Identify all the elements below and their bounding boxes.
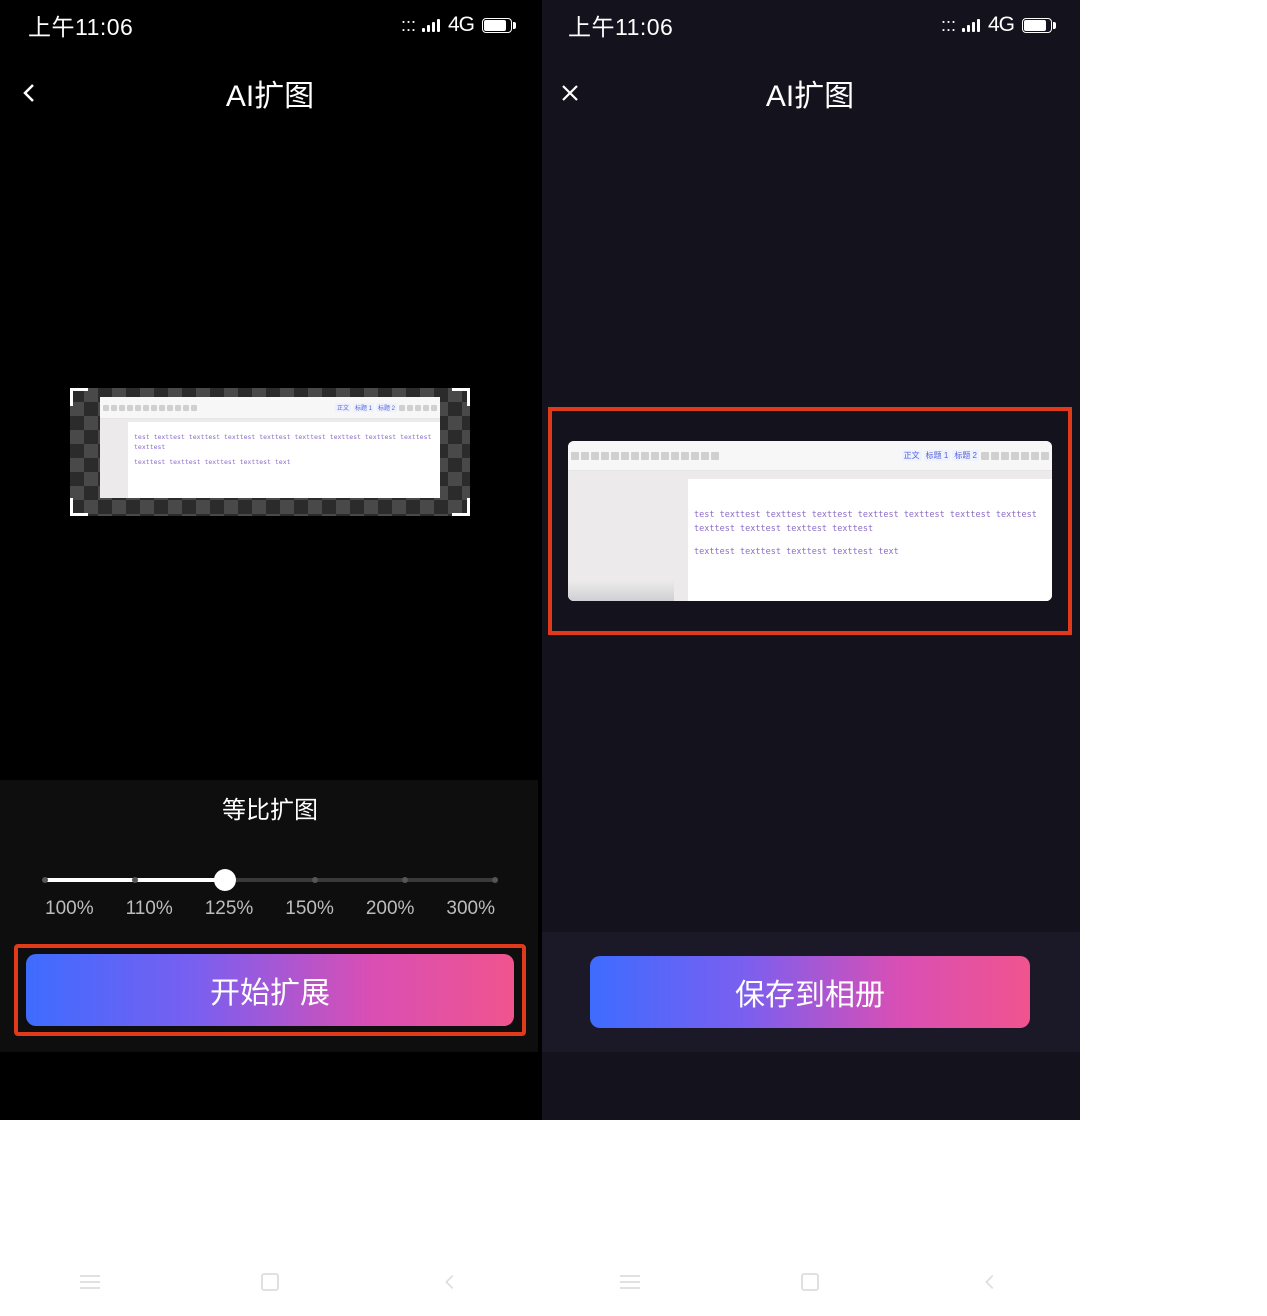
signal-prefix: ::: — [401, 15, 416, 36]
battery-icon — [482, 18, 512, 33]
tick-label: 300% — [446, 898, 495, 920]
close-icon — [558, 81, 582, 105]
doc-style-tag: 标题 2 — [952, 450, 979, 461]
android-back-button[interactable] — [410, 1262, 490, 1302]
doc-style-tag: 标题 1 — [353, 403, 374, 412]
page-title: AI扩图 — [540, 71, 1080, 115]
doc-style-tag: 正文 — [902, 450, 922, 461]
signal-icon — [422, 18, 440, 32]
tick-label: 100% — [45, 898, 94, 920]
back-button[interactable] — [18, 65, 42, 121]
android-recent-button[interactable] — [50, 1262, 130, 1302]
page-title: AI扩图 — [0, 71, 540, 115]
expand-bounds-frame[interactable]: 正文 标题 1 标题 2 test texttest texttest text… — [70, 388, 470, 516]
tick-label: 110% — [126, 898, 173, 920]
save-to-album-button[interactable]: 保存到相册 — [590, 956, 1030, 1028]
tick-label: 150% — [285, 898, 334, 920]
android-home-button[interactable] — [230, 1262, 310, 1302]
app-header: AI扩图 — [540, 65, 1080, 121]
hamburger-icon — [76, 1272, 104, 1292]
button-label: 开始扩展 — [210, 968, 330, 1012]
android-back-button[interactable] — [950, 1262, 1030, 1302]
doc-line: texttest texttest texttest texttest text — [134, 457, 434, 467]
network-type: 4G — [988, 13, 1014, 37]
expand-options-panel: 等比扩图 100% 110% 125% 150% 200% 300% — [0, 780, 540, 1052]
battery-icon — [1022, 18, 1052, 33]
doc-style-tag: 标题 2 — [376, 403, 397, 412]
network-type: 4G — [448, 13, 474, 37]
square-icon — [259, 1271, 281, 1293]
primary-button-highlight: 开始扩展 — [14, 944, 526, 1036]
result-image-preview[interactable]: 正文 标题 1 标题 2 test texttest texttest text… — [568, 441, 1052, 601]
crop-handle-tl[interactable] — [70, 388, 88, 406]
doc-style-tag: 标题 1 — [924, 450, 951, 461]
status-bar: 上午11:06 ::: 4G — [540, 0, 1080, 50]
doc-line: test texttest texttest texttest texttest… — [694, 509, 1046, 536]
tick-label: 200% — [366, 898, 415, 920]
button-label: 保存到相册 — [735, 970, 885, 1014]
clock-text: 上午11:06 — [28, 8, 133, 42]
close-button[interactable] — [558, 65, 582, 121]
status-bar: 上午11:06 ::: 4G — [0, 0, 540, 50]
save-panel: 保存到相册 — [540, 932, 1080, 1052]
slider-thumb[interactable] — [214, 869, 236, 891]
signal-icon — [962, 18, 980, 32]
chevron-left-icon — [18, 81, 42, 105]
crop-handle-br[interactable] — [452, 498, 470, 516]
clock-text: 上午11:06 — [568, 8, 673, 42]
doc-line: test texttest texttest texttest texttest… — [134, 432, 434, 453]
chevron-left-icon — [979, 1271, 1001, 1293]
app-header: AI扩图 — [0, 65, 540, 121]
hamburger-icon — [616, 1272, 644, 1292]
start-expand-button[interactable]: 开始扩展 — [26, 954, 514, 1026]
crop-handle-tr[interactable] — [452, 388, 470, 406]
android-nav-bar — [0, 1248, 540, 1316]
crop-handle-bl[interactable] — [70, 498, 88, 516]
doc-style-tag: 正文 — [335, 403, 351, 412]
android-nav-bar — [540, 1248, 1080, 1316]
signal-prefix: ::: — [941, 15, 956, 36]
panel-title: 等比扩图 — [0, 790, 540, 825]
square-icon — [799, 1271, 821, 1293]
android-recent-button[interactable] — [590, 1262, 670, 1302]
image-canvas[interactable]: 正文 标题 1 标题 2 test texttest texttest text… — [0, 130, 540, 780]
tick-label: 125% — [205, 898, 254, 920]
android-home-button[interactable] — [770, 1262, 850, 1302]
result-highlight-frame: 正文 标题 1 标题 2 test texttest texttest text… — [548, 407, 1072, 635]
doc-line: texttest texttest texttest texttest text — [694, 546, 1046, 560]
source-image-preview: 正文 标题 1 标题 2 test texttest texttest text… — [100, 397, 440, 498]
chevron-left-icon — [439, 1271, 461, 1293]
